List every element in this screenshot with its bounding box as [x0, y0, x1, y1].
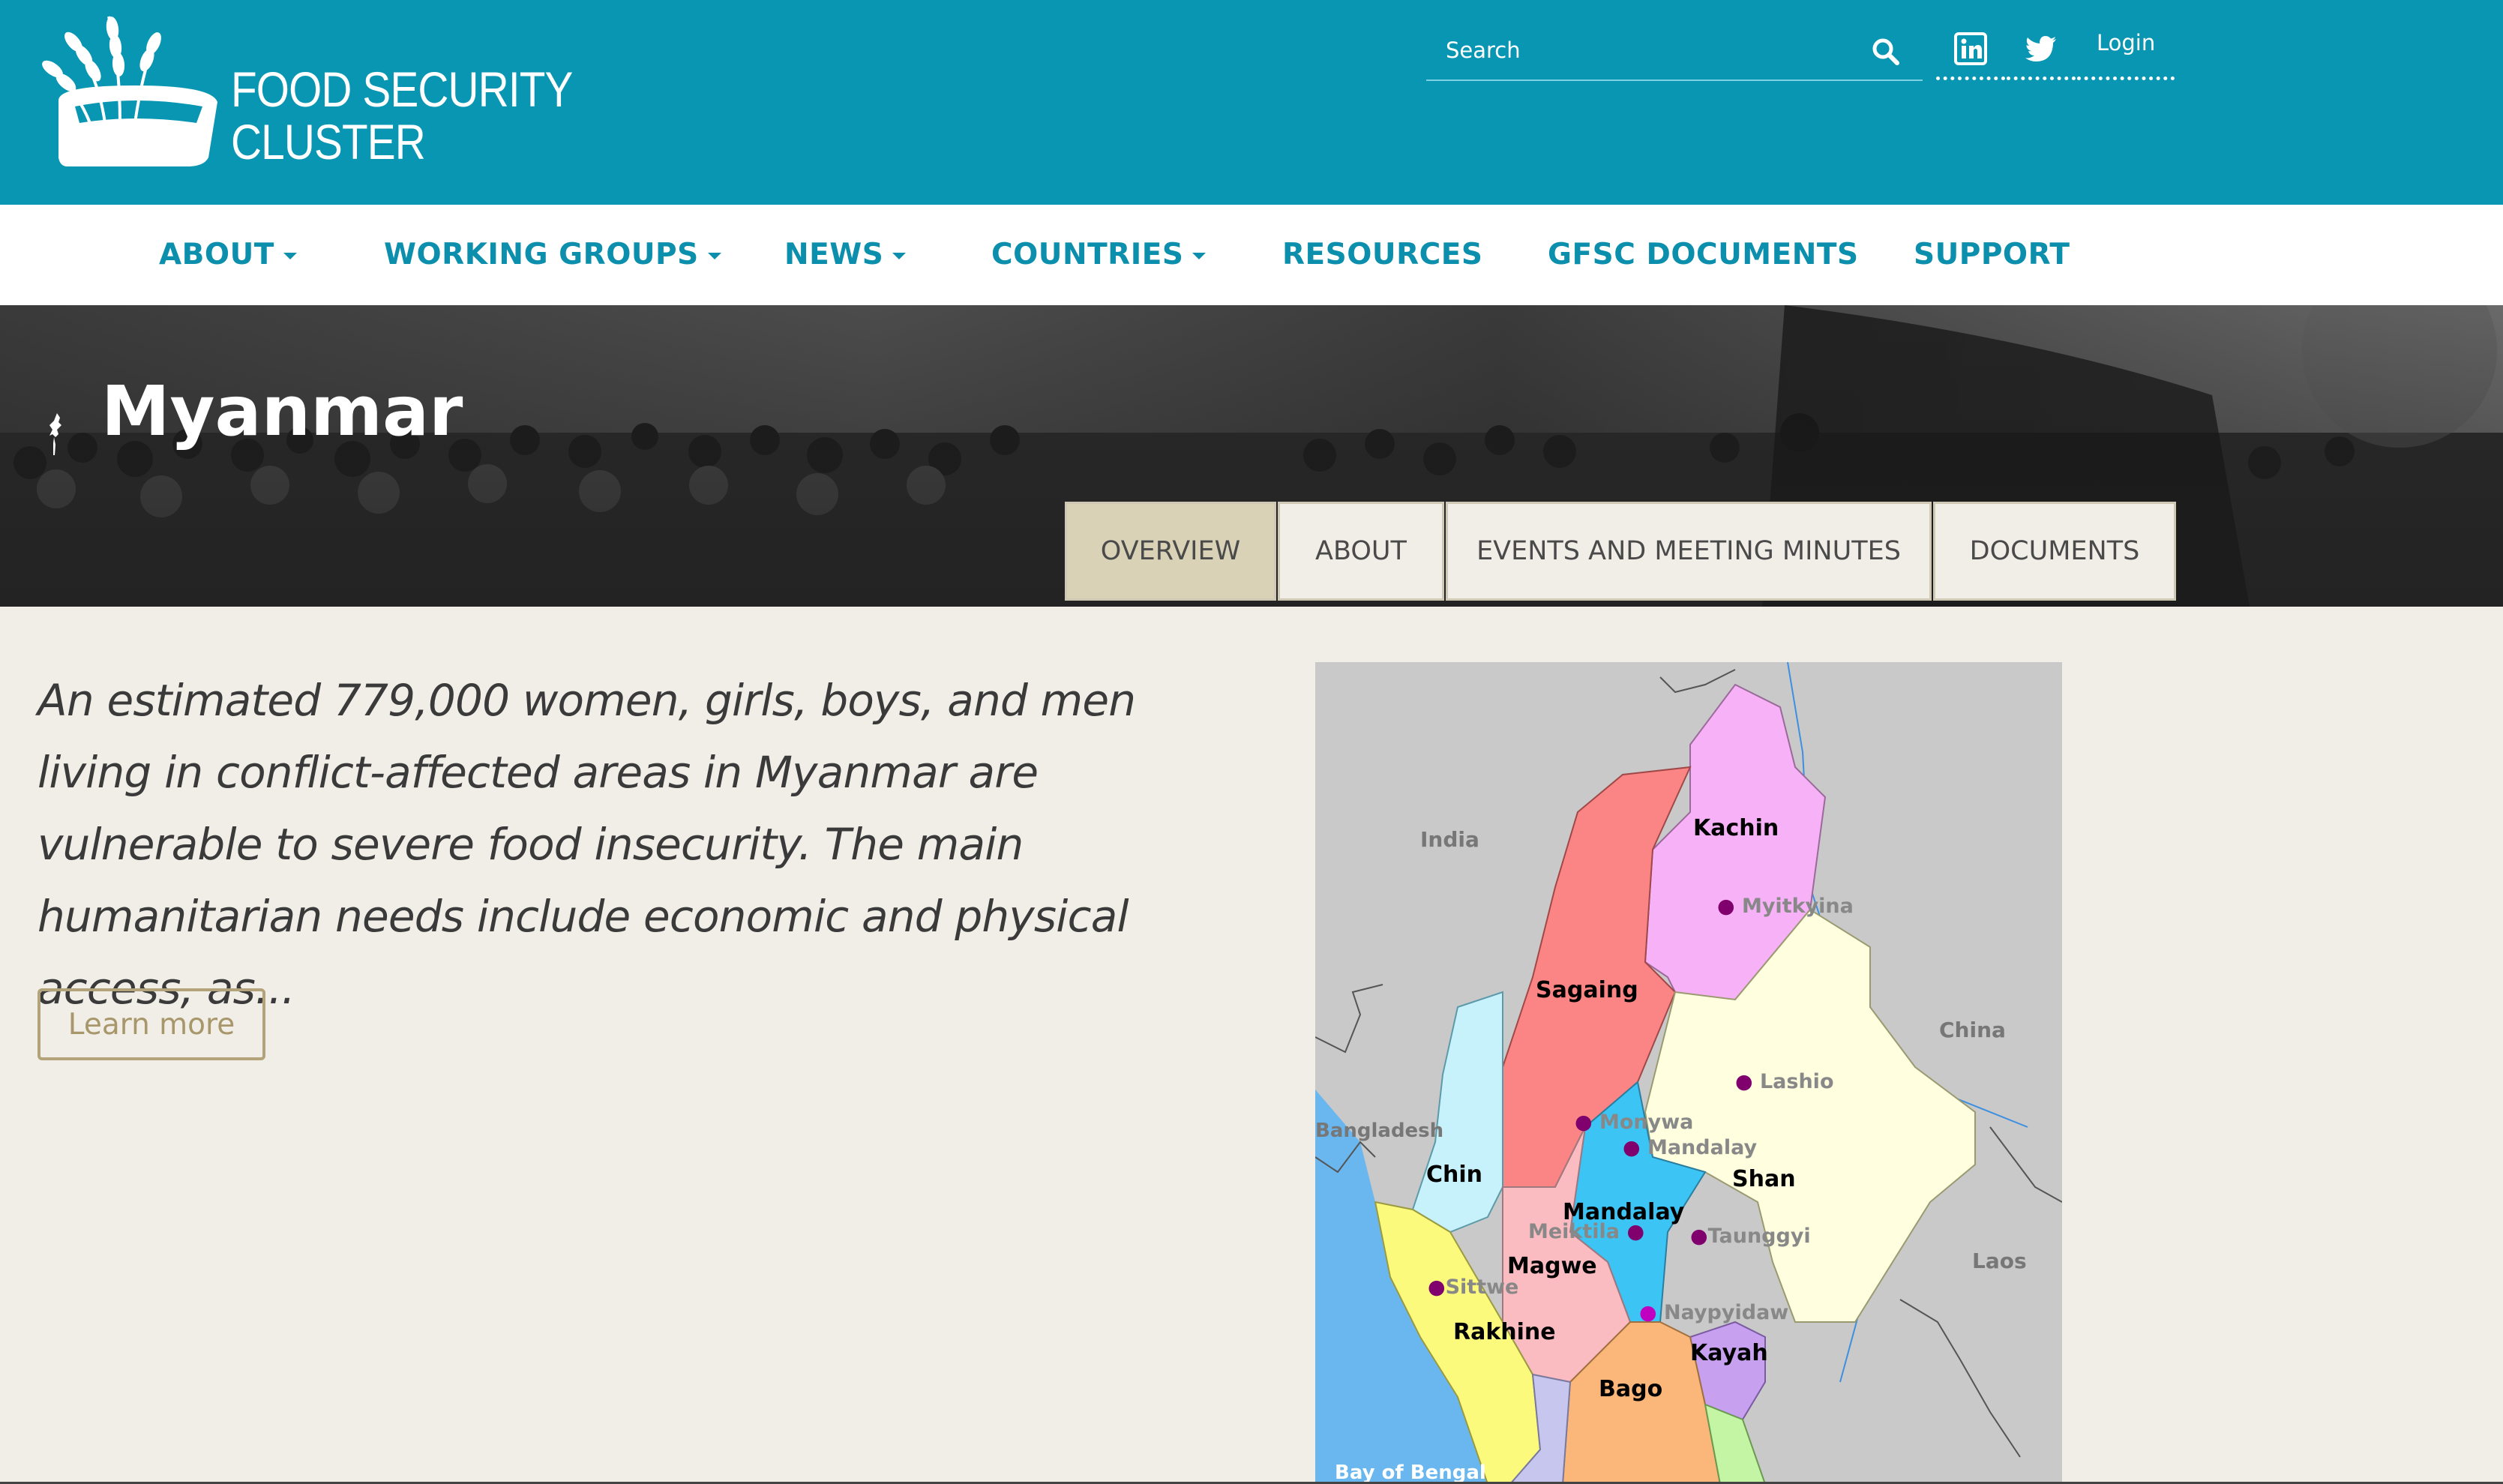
login-label: Login	[2097, 30, 2156, 55]
myanmar-outline-icon	[49, 413, 61, 455]
nav-working-groups-label: WORKING GROUPS	[384, 238, 699, 271]
search-box	[1426, 21, 1923, 81]
map-label-bangladesh: Bangladesh	[1315, 1120, 1444, 1142]
nav-news-label: NEWS	[784, 238, 884, 271]
search-icon[interactable]	[1869, 34, 1903, 69]
map-label-kayah: Kayah	[1690, 1340, 1768, 1366]
nav-support-label: SUPPORT	[1914, 238, 2070, 271]
map-label-magwe: Magwe	[1507, 1253, 1597, 1279]
nav-countries[interactable]: COUNTRIES	[991, 238, 1207, 271]
map-label-china: China	[1939, 1018, 2006, 1042]
nav-working-groups[interactable]: WORKING GROUPS	[384, 238, 721, 271]
search-input[interactable]	[1444, 28, 1852, 72]
map-city-myitkyina-label: Myitkyina	[1741, 895, 1854, 918]
map-city-monywa-label: Monywa	[1599, 1111, 1694, 1134]
map-city-monywa: ● Monywa	[1575, 1111, 1694, 1134]
map-label-india: India	[1420, 827, 1479, 852]
nav-support[interactable]: SUPPORT	[1914, 238, 2070, 271]
wheat-bowl-icon	[42, 16, 217, 166]
nav-gfsc-documents-label: GFSC DOCUMENTS	[1548, 238, 1859, 271]
top-header: FOOD SECURITY CLUSTER Login	[0, 0, 2503, 205]
caret-down-icon	[283, 253, 297, 259]
map-city-sittwe: ●Sittwe	[1428, 1276, 1519, 1299]
map-city-myitkyina: ● Myitkyina	[1717, 895, 1854, 918]
nav-about[interactable]: ABOUT	[159, 238, 297, 271]
map-label-shan: Shan	[1732, 1166, 1796, 1192]
nav-about-label: ABOUT	[159, 238, 274, 271]
map-city-lashio-label: Lashio	[1759, 1070, 1834, 1093]
map-city-mandalay-label: Mandalay	[1647, 1136, 1758, 1159]
map-city-taunggyi: ●Taunggyi	[1690, 1225, 1811, 1248]
tab-about[interactable]: ABOUT	[1278, 502, 1444, 601]
login-link[interactable]: Login	[2077, 21, 2175, 80]
caret-down-icon	[1192, 253, 1207, 259]
map-label-bay-of-bengal: Bay of Bengal	[1335, 1462, 1486, 1484]
logo-text-line2: CLUSTER	[231, 114, 426, 169]
intro-text: An estimated 779,000 women, girls, boys,…	[37, 675, 1136, 1014]
map-city-mandalay: ● Mandalay	[1623, 1136, 1758, 1159]
map-label-chin: Chin	[1426, 1162, 1483, 1188]
nav-gfsc-documents[interactable]: GFSC DOCUMENTS	[1548, 238, 1859, 271]
map-city-naypyidaw: ● Naypyidaw	[1639, 1301, 1789, 1324]
map-city-meiktila: Meiktila ●	[1528, 1220, 1644, 1243]
map-city-taunggyi-label: Taunggyi	[1707, 1225, 1811, 1248]
site-logo[interactable]: FOOD SECURITY CLUSTER	[37, 10, 573, 175]
nav-news[interactable]: NEWS	[784, 238, 907, 271]
logo-text: FOOD SECURITY CLUSTER	[231, 63, 573, 168]
map-label-laos: Laos	[1972, 1249, 2027, 1273]
nav-resources[interactable]: RESOURCES	[1282, 238, 1482, 271]
map-label-sagaing: Sagaing	[1536, 977, 1638, 1003]
learn-more-button[interactable]: Learn more	[37, 988, 265, 1060]
map-label-rakhine: Rakhine	[1453, 1319, 1556, 1345]
hero-banner: Myanmar OVERVIEW ABOUT EVENTS AND MEETIN…	[0, 305, 2503, 607]
map-label-bago: Bago	[1599, 1376, 1663, 1402]
caret-down-icon	[892, 253, 907, 259]
tab-overview[interactable]: OVERVIEW	[1065, 502, 1276, 601]
map-label-kachin: Kachin	[1693, 815, 1779, 841]
linkedin-icon[interactable]	[1936, 21, 2005, 80]
tab-documents[interactable]: DOCUMENTS	[1933, 502, 2176, 601]
myanmar-map: India China Bangladesh Laos Bay of Benga…	[1315, 662, 2062, 1484]
nav-resources-label: RESOURCES	[1282, 238, 1483, 271]
main-nav: ABOUT WORKING GROUPS NEWS COUNTRIES RESO…	[0, 205, 2503, 305]
map-city-naypyidaw-label: Naypyidaw	[1663, 1301, 1789, 1324]
nav-countries-label: COUNTRIES	[991, 238, 1184, 271]
map-city-meiktila-label: Meiktila	[1528, 1220, 1620, 1243]
twitter-icon[interactable]	[2007, 21, 2076, 80]
caret-down-icon	[707, 253, 721, 259]
map-city-sittwe-label: Sittwe	[1445, 1276, 1519, 1299]
page-title: Myanmar	[101, 371, 463, 451]
logo-text-line1: FOOD SECURITY	[231, 61, 573, 117]
map-city-lashio: ● Lashio	[1735, 1070, 1834, 1093]
tab-events-and-meeting-minutes[interactable]: EVENTS AND MEETING MINUTES	[1446, 502, 1932, 601]
map-image	[1315, 662, 2062, 1484]
